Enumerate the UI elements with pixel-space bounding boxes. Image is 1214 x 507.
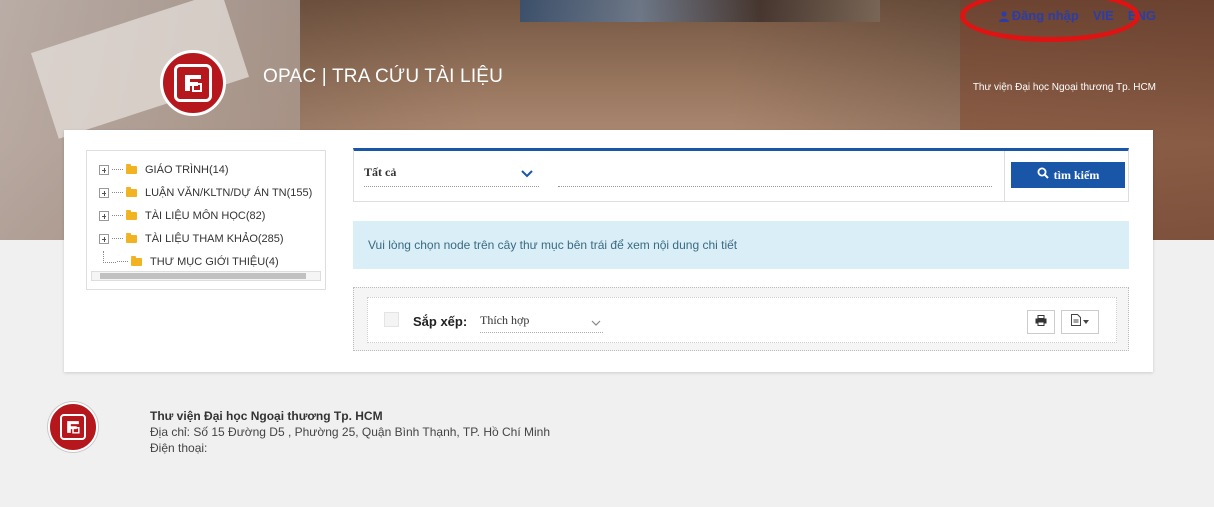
folder-icon [126, 209, 137, 220]
sort-label: Sắp xếp: [413, 314, 468, 329]
expand-icon[interactable] [99, 164, 109, 175]
export-icon [1071, 313, 1081, 331]
expand-icon[interactable] [99, 233, 109, 244]
tree-item-label: TÀI LIỆU MÔN HỌC(82) [145, 209, 266, 222]
tree-item[interactable]: LUẬN VĂN/KLTN/DỰ ÁN TN(155) [99, 181, 325, 204]
search-bar: Tất cả tìm kiếm [353, 148, 1129, 202]
search-button-label: tìm kiếm [1053, 167, 1100, 182]
main-card: GIÁO TRÌNH(14) LUẬN VĂN/KLTN/DỰ ÁN TN(15… [64, 130, 1153, 372]
caret-down-icon [1083, 320, 1089, 324]
expand-icon[interactable] [99, 187, 109, 198]
logo-mark [174, 64, 212, 102]
chevron-down-icon [591, 316, 601, 331]
folder-tree: GIÁO TRÌNH(14) LUẬN VĂN/KLTN/DỰ ÁN TN(15… [86, 150, 326, 290]
expand-icon[interactable] [99, 210, 109, 221]
university-logo[interactable] [160, 50, 226, 116]
tree-item[interactable]: TÀI LIỆU MÔN HỌC(82) [99, 204, 325, 227]
export-button[interactable] [1061, 310, 1099, 334]
print-button[interactable] [1027, 310, 1055, 334]
select-all-checkbox[interactable] [384, 312, 399, 327]
folder-icon [126, 232, 137, 243]
sort-value: Thích hợp [480, 313, 530, 327]
tree-item-label: GIÁO TRÌNH(14) [145, 163, 229, 176]
footer-phone: Điện thoại: [150, 441, 208, 455]
footer-logo [48, 402, 98, 452]
scope-value: Tất cả [364, 165, 397, 179]
footer-library-name: Thư viện Đại học Ngoại thương Tp. HCM [150, 409, 383, 423]
folder-icon [131, 255, 142, 266]
scroll-thumb[interactable] [100, 273, 306, 279]
banner-decoration [520, 0, 880, 22]
results-toolbar: Sắp xếp: Thích hợp [353, 287, 1129, 351]
tree-scrollbar[interactable] [91, 271, 321, 281]
library-name: Thư viện Đại học Ngoại thương Tp. HCM [972, 82, 1156, 93]
logo-mark [60, 414, 86, 440]
sort-select[interactable]: Thích hợp [480, 313, 603, 333]
tree-item[interactable]: TÀI LIỆU THAM KHẢO(285) [99, 227, 325, 250]
folder-icon [126, 186, 137, 197]
folder-icon [126, 163, 137, 174]
chevron-down-icon [521, 167, 533, 182]
print-icon [1035, 313, 1047, 331]
footer-address: Địa chỉ: Số 15 Đường D5 , Phường 25, Quậ… [150, 425, 551, 439]
search-input[interactable] [558, 165, 992, 187]
tree-item[interactable]: THƯ MỤC GIỚI THIỆU(4) [99, 250, 325, 273]
search-scope-select[interactable]: Tất cả [364, 165, 539, 187]
tree-item-label: TÀI LIỆU THAM KHẢO(285) [145, 232, 284, 245]
page-title: OPAC | TRA CỨU TÀI LIỆU [263, 66, 504, 87]
tree-item[interactable]: GIÁO TRÌNH(14) [99, 158, 325, 181]
tree-item-label: THƯ MỤC GIỚI THIỆU(4) [150, 255, 279, 268]
search-button[interactable]: tìm kiếm [1011, 162, 1125, 188]
search-icon [1037, 167, 1049, 183]
info-message: Vui lòng chọn node trên cây thư mục bên … [353, 221, 1129, 269]
tree-item-label: LUẬN VĂN/KLTN/DỰ ÁN TN(155) [145, 186, 313, 199]
